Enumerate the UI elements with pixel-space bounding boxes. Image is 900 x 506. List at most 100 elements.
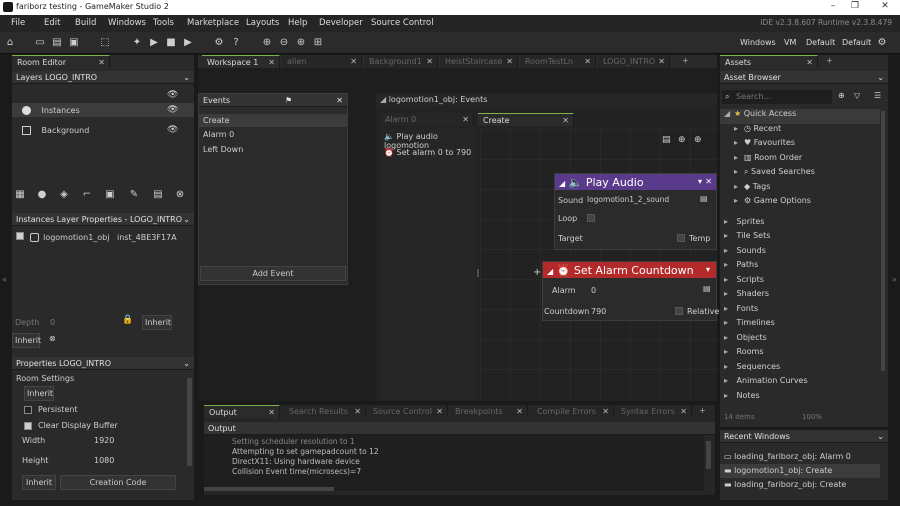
- zoom-out-icon[interactable]: ⊖: [278, 37, 290, 49]
- close-icon[interactable]: ✕: [268, 58, 275, 67]
- expand-icon[interactable]: ▸: [734, 196, 744, 205]
- tree-favourites[interactable]: ▸ ♥ Favourites: [720, 138, 880, 153]
- game-options-icon[interactable]: ⚙: [213, 37, 225, 49]
- relative-checkbox[interactable]: [675, 307, 683, 315]
- zoom-in-icon[interactable]: ⊕: [295, 37, 307, 49]
- menu-help[interactable]: Help: [288, 18, 307, 28]
- tree-recent[interactable]: ▸ ◷ Recent: [720, 124, 880, 139]
- recent-item[interactable]: ▬ loading_fariborz_obj: Create: [720, 478, 880, 492]
- add-asset-layer-icon[interactable]: ◈: [58, 189, 70, 201]
- tree-scripts[interactable]: ▸ Scripts: [720, 275, 880, 290]
- chevron-down-icon[interactable]: ⌄: [183, 359, 190, 368]
- close-icon[interactable]: ✕: [426, 57, 433, 66]
- close-icon[interactable]: ✕: [462, 115, 469, 124]
- search-input[interactable]: ⌕ Search...: [722, 90, 832, 104]
- open-project-icon[interactable]: ▤: [51, 37, 63, 49]
- close-icon[interactable]: ✕: [268, 408, 275, 417]
- chevron-down-icon[interactable]: ▾: [706, 265, 710, 274]
- menu-marketplace[interactable]: Marketplace: [187, 18, 239, 28]
- run-icon[interactable]: ▶: [148, 37, 160, 49]
- menu-developer[interactable]: Developer: [319, 18, 363, 28]
- chevron-down-icon[interactable]: ▾: [698, 177, 702, 186]
- tree-quick-access[interactable]: ◢ ★ Quick Access: [720, 109, 880, 124]
- expand-icon[interactable]: ▸: [724, 289, 734, 298]
- close-icon[interactable]: ✕: [98, 58, 105, 67]
- asset-browser-header[interactable]: Asset Browser ⌄: [720, 71, 888, 84]
- menu-tools[interactable]: Tools: [153, 18, 174, 28]
- add-instance-layer-icon[interactable]: ●: [36, 189, 48, 201]
- tree-room-order[interactable]: ▸ ▥ Room Order: [720, 153, 880, 168]
- tree-animation-curves[interactable]: ▸ Animation Curves: [720, 376, 880, 391]
- recent-windows-header[interactable]: Recent Windows ⌄: [720, 430, 888, 443]
- settings-icon[interactable]: ⚙: [876, 37, 888, 49]
- expand-icon[interactable]: ▸: [724, 304, 734, 313]
- collapse-icon[interactable]: ◢: [380, 95, 386, 104]
- inherit-layer-button[interactable]: Inherit: [12, 333, 41, 348]
- tab-source-control[interactable]: Source Control ✕: [368, 405, 448, 418]
- menu-layouts[interactable]: Layouts: [246, 18, 279, 28]
- tree-notes[interactable]: ▸ Notes: [720, 391, 880, 399]
- help-icon[interactable]: ?: [230, 37, 242, 49]
- close-icon[interactable]: ✕: [562, 116, 569, 125]
- expand-icon[interactable]: ▸: [734, 167, 744, 176]
- expression-icon[interactable]: ▤: [703, 284, 711, 293]
- zoom-icon[interactable]: ⊕: [261, 37, 273, 49]
- add-path-layer-icon[interactable]: ⌐: [81, 189, 93, 201]
- tree-game-options[interactable]: ▸ ⚙ Game Options: [720, 196, 880, 211]
- tree-sprites[interactable]: ▸ Sprites: [720, 217, 880, 232]
- tree-sequences[interactable]: ▸ Sequences: [720, 362, 880, 377]
- set-alarm-header[interactable]: ◢ ⏰ Set Alarm Countdown ▾: [543, 262, 716, 278]
- add-tab-icon[interactable]: +: [699, 406, 706, 415]
- right-dock-arrow-icon[interactable]: »: [892, 275, 897, 284]
- copy-icon[interactable]: ▤: [662, 135, 671, 145]
- tree-rooms[interactable]: ▸ Rooms: [720, 347, 880, 362]
- eye-icon[interactable]: 👁: [167, 125, 178, 135]
- add-tile-layer-icon[interactable]: ▣: [104, 189, 116, 201]
- tree-sounds[interactable]: ▸ Sounds: [720, 246, 880, 261]
- close-icon[interactable]: ✕: [506, 57, 513, 66]
- action-set-alarm[interactable]: ⏰ Set alarm 0 to 790: [380, 145, 476, 161]
- tab-logo-intro[interactable]: LOGO_INTRO ✕: [598, 55, 670, 68]
- chevron-down-icon[interactable]: ⌄: [183, 215, 190, 224]
- menu-edit[interactable]: Edit: [44, 18, 60, 28]
- tree-tile-sets[interactable]: ▸ Tile Sets: [720, 231, 880, 246]
- close-icon[interactable]: ✕: [658, 57, 665, 66]
- add-action-icon[interactable]: +: [533, 267, 541, 278]
- output-v-scrollbar[interactable]: [706, 441, 711, 469]
- menu-icon[interactable]: ☰: [874, 91, 881, 100]
- assets-scrollbar[interactable]: [881, 111, 885, 371]
- close-icon[interactable]: ✕: [516, 407, 523, 416]
- tree-shaders[interactable]: ▸ Shaders: [720, 289, 880, 304]
- countdown-value[interactable]: 790: [591, 307, 606, 316]
- inherit-button[interactable]: Inherit: [142, 315, 172, 330]
- new-project-icon[interactable]: ▭: [34, 37, 46, 49]
- eye-icon[interactable]: 👁: [167, 90, 178, 100]
- expand-icon[interactable]: ▸: [734, 124, 744, 133]
- expand-icon[interactable]: ▸: [734, 153, 744, 162]
- tab-assets[interactable]: Assets ✕: [720, 55, 818, 68]
- tree-paths[interactable]: ▸ Paths: [720, 260, 880, 275]
- expand-icon[interactable]: ▸: [724, 376, 734, 385]
- recent-item[interactable]: ▭ loading_fariborz_obj: Alarm 0: [720, 450, 880, 464]
- width-value[interactable]: 1920: [94, 436, 114, 445]
- tree-timelines[interactable]: ▸ Timelines: [720, 318, 880, 333]
- menu-source-control[interactable]: Source Control: [371, 18, 434, 28]
- stop-icon[interactable]: ■: [165, 37, 177, 49]
- inherit-code-button[interactable]: Inherit: [22, 475, 56, 490]
- expand-icon[interactable]: ▸: [724, 347, 734, 356]
- target-device[interactable]: Default: [842, 38, 871, 47]
- target-vm[interactable]: VM: [784, 38, 796, 47]
- menu-build[interactable]: Build: [75, 18, 96, 28]
- persistent-checkbox[interactable]: [24, 406, 32, 414]
- add-tab-icon[interactable]: +: [826, 56, 833, 65]
- clean-icon[interactable]: ✦: [131, 37, 143, 49]
- depth-value[interactable]: 0: [50, 318, 55, 327]
- expand-icon[interactable]: ▸: [724, 391, 734, 399]
- clear-display-checkbox[interactable]: [24, 422, 32, 430]
- height-value[interactable]: 1080: [94, 456, 114, 465]
- sound-field[interactable]: logomotion1_2_sound: [584, 194, 694, 206]
- add-background-layer-icon[interactable]: ▦: [14, 189, 26, 201]
- action-play-audio[interactable]: 🔈 Play audio logomotion: [380, 129, 476, 150]
- play-audio-header[interactable]: ◢ 🔈 Play Audio ▾ ✕: [555, 174, 716, 190]
- expand-icon[interactable]: ▸: [724, 362, 734, 371]
